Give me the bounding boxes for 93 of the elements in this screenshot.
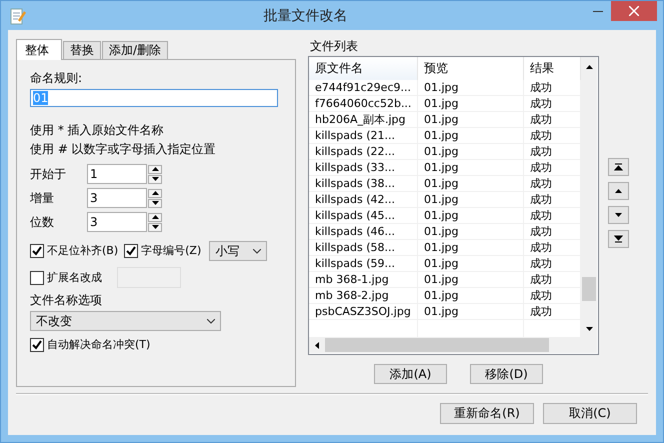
vertical-scrollbar[interactable]: [581, 57, 597, 337]
spin-down-button[interactable]: [148, 198, 162, 208]
number-field[interactable]: 1: [87, 164, 147, 184]
field-label: 文件名称选项: [30, 292, 103, 308]
table-cell: killspads (38...: [309, 176, 418, 191]
table-cell: 01.jpg: [418, 80, 524, 95]
spin-up-button[interactable]: [148, 212, 162, 222]
column-header[interactable]: 原文件名: [309, 57, 418, 80]
table-cell: 01.jpg: [418, 144, 524, 159]
field-label: 增量: [30, 190, 55, 206]
table-cell: 01.jpg: [418, 240, 524, 255]
move-top-icon: [614, 163, 623, 171]
table-cell: e744f91c29ec9...: [309, 80, 418, 95]
scroll-up-icon: [586, 65, 592, 69]
hint-text: 使用 * 插入原始文件名称: [30, 122, 165, 138]
tab[interactable]: 替换: [63, 41, 101, 59]
chevron-down-icon: [207, 318, 215, 324]
close-icon: [629, 6, 639, 16]
notepad-icon: [10, 6, 26, 24]
down-arrow-icon: [152, 201, 158, 205]
table-cell: 01.jpg: [418, 96, 524, 111]
move-button[interactable]: [608, 158, 629, 176]
table-cell: killspads (42...: [309, 192, 418, 207]
number-field[interactable]: 3: [87, 188, 147, 208]
table-cell: 01.jpg: [418, 112, 524, 127]
table-cell: killspads (45...: [309, 208, 418, 223]
table-cell: killspads (22...: [309, 144, 418, 159]
table-cell: killspads (46...: [309, 224, 418, 239]
horizontal-scrollbar[interactable]: [309, 337, 581, 353]
field-label: 开始于: [30, 166, 67, 182]
window-title: 批量文件改名: [262, 6, 348, 24]
spin-down-button[interactable]: [148, 174, 162, 184]
scrollbar-thumb[interactable]: [325, 338, 549, 352]
table-cell: 01.jpg: [418, 288, 524, 303]
spin-up-button[interactable]: [148, 164, 162, 174]
table-cell: hb206A_副本.jpg: [309, 112, 418, 127]
dialog-button[interactable]: 重新命名(R): [440, 403, 534, 424]
move-bottom-icon: [614, 235, 623, 243]
spin-up-button[interactable]: [148, 188, 162, 198]
chevron-down-icon: [253, 248, 262, 254]
checkbox-label: 字母编号(Z): [141, 243, 202, 259]
checkbox[interactable]: [30, 244, 44, 258]
table-cell: 01.jpg: [418, 128, 524, 143]
table-cell: killspads (21...: [309, 128, 418, 143]
table-cell: 01.jpg: [418, 304, 524, 319]
scroll-down-icon: [586, 327, 592, 331]
filename-option-dropdown[interactable]: 不改变: [30, 311, 221, 331]
checkbox[interactable]: [124, 244, 138, 258]
table-cell: killspads (59...: [309, 256, 418, 271]
table-cell: mb 368-2.jpg: [309, 288, 418, 303]
number-field[interactable]: 3: [87, 212, 147, 232]
table-cell: killspads (33...: [309, 160, 418, 175]
down-arrow-icon: [152, 225, 158, 229]
table-cell: 01.jpg: [418, 224, 524, 239]
table-cell: 01.jpg: [418, 208, 524, 223]
table-cell: 01.jpg: [418, 272, 524, 287]
table-cell: 01.jpg: [418, 176, 524, 191]
move-up-icon: [614, 187, 623, 195]
table-cell: psbCASZ3SOJ.jpg: [309, 304, 418, 319]
field-label: 位数: [30, 214, 55, 230]
group-title: 文件列表: [310, 39, 359, 53]
scrollbar-thumb[interactable]: [582, 277, 596, 301]
tab[interactable]: 添加/删除: [102, 41, 168, 59]
checkbox[interactable]: [30, 270, 44, 284]
checkbox[interactable]: [30, 338, 44, 352]
hint-text: 使用 # 以数字或字母插入指定位置: [30, 141, 217, 157]
field-label: 命名规则:: [30, 70, 84, 86]
up-arrow-icon: [152, 215, 158, 219]
move-down-icon: [614, 211, 623, 219]
up-arrow-icon: [152, 167, 158, 171]
table-cell: 01.jpg: [418, 192, 524, 207]
dialog-button[interactable]: 取消(C): [543, 403, 637, 424]
scroll-left-icon: [315, 342, 319, 348]
move-button[interactable]: [608, 230, 629, 248]
close-button[interactable]: [611, 1, 657, 21]
list-button[interactable]: 添加(A): [374, 364, 447, 384]
list-button[interactable]: 移除(D): [470, 364, 543, 384]
move-button[interactable]: [608, 206, 629, 224]
up-arrow-icon: [152, 191, 158, 195]
table-cell: 01.jpg: [418, 256, 524, 271]
move-button[interactable]: [608, 182, 629, 200]
table-cell: 01.jpg: [418, 160, 524, 175]
table-cell: f7664060cc52b...: [309, 96, 418, 111]
checkbox-label: 不足位补齐(B): [47, 243, 118, 259]
table-cell: mb 368-1.jpg: [309, 272, 418, 287]
case-dropdown[interactable]: 小写: [209, 241, 268, 261]
down-arrow-icon: [152, 177, 158, 181]
tab[interactable]: 整体: [16, 39, 62, 60]
table-cell: killspads (58...: [309, 240, 418, 255]
checkbox-label: 自动解决命名冲突(T): [47, 337, 150, 353]
checkbox-label: 扩展名改成: [47, 270, 102, 286]
minimize-icon: [593, 10, 603, 12]
spin-down-button[interactable]: [148, 222, 162, 232]
